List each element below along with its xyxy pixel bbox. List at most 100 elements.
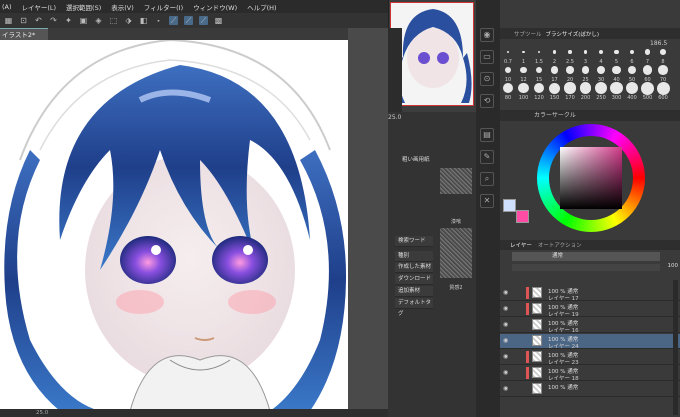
menu-layer[interactable]: レイヤー(L) [22, 2, 57, 12]
illustration-art [4, 40, 347, 411]
material-list-item[interactable]: 粗い画用紙 [402, 154, 438, 166]
material-download[interactable]: ダウンロード [395, 274, 433, 285]
brush-size-dot[interactable] [520, 66, 527, 74]
command-bar: ▦ ⊡ ↶ ↷ ✦ ▣ ◈ ⬚ ⬗ ◧ ⬝ ⟋ ⟋ ⟋ ▩ [0, 13, 388, 28]
layer-scrollbar[interactable] [673, 280, 678, 415]
menu-filter[interactable]: フィルター(I) [144, 2, 183, 12]
layer-row[interactable] [500, 318, 680, 333]
menu-item[interactable]: (A) [2, 3, 12, 11]
tab-brush-size[interactable]: ブラシサイズ(ぼかし) [546, 30, 600, 38]
tab-layer[interactable]: レイヤー [510, 241, 532, 249]
tab-auto-action[interactable]: オートアクション [538, 241, 582, 249]
color-circle-tab[interactable]: カラーサークル [500, 110, 680, 121]
material-default-tag[interactable]: デフォルトタグ [395, 298, 433, 317]
material-thumb-texture[interactable] [440, 228, 472, 278]
material-zoom: 25.0 [388, 114, 402, 121]
main-color-swatch[interactable] [503, 199, 516, 212]
brush-size-dot[interactable] [518, 82, 529, 94]
brush-size-dot[interactable] [503, 83, 513, 93]
brush-size-dot[interactable] [641, 81, 654, 95]
brush-size-dot[interactable] [610, 81, 623, 95]
brush-size-dot[interactable] [660, 49, 666, 55]
layer-property-icon[interactable]: ✎ [480, 150, 494, 164]
document-tab[interactable]: イラスト2* [0, 28, 48, 40]
invert-icon[interactable]: ◧ [139, 16, 148, 25]
brush-size-value[interactable]: 186.5 [650, 40, 667, 47]
canvas[interactable] [0, 40, 348, 411]
brush-size-dot[interactable] [568, 50, 572, 54]
brush-size-dot[interactable] [594, 81, 608, 95]
fill-icon[interactable]: ◈ [94, 16, 103, 25]
material-created[interactable]: 作成した素材 [395, 262, 433, 273]
blend-mode-select[interactable]: 通常 [512, 252, 660, 261]
brush-size-dot[interactable] [552, 50, 557, 54]
navigator-preview[interactable] [390, 2, 474, 106]
brush-size-label: 250 [596, 95, 606, 101]
grid-snap-icon[interactable]: ▩ [214, 16, 223, 25]
brush-size-dot[interactable] [614, 49, 619, 55]
eye-icon[interactable]: ◉ [503, 305, 511, 313]
saturation-value-square[interactable] [560, 147, 622, 209]
snap-icon[interactable]: ⬝ [154, 16, 163, 25]
layer-name: レイヤー 23 [548, 360, 579, 366]
brush-size-label: 1 [521, 59, 526, 65]
menu-help[interactable]: ヘルプ(H) [247, 2, 276, 12]
brush-size-dot[interactable] [612, 65, 621, 75]
eye-icon[interactable]: ◉ [503, 337, 511, 345]
eye-icon[interactable]: ◉ [503, 289, 511, 297]
brush-size-dot[interactable] [644, 49, 651, 55]
special-ruler-icon[interactable]: ⟋ [199, 16, 208, 25]
material-thumb-concrete[interactable] [440, 168, 472, 194]
sub-color-swatch[interactable] [516, 210, 529, 223]
transform-icon[interactable]: ▣ [79, 16, 88, 25]
layer-row[interactable] [500, 334, 680, 349]
brush-size-label: 6 [630, 59, 634, 65]
brush-size-dot[interactable] [579, 82, 592, 94]
eye-icon[interactable]: ◉ [503, 385, 511, 393]
brush-size-dot[interactable] [507, 51, 509, 53]
brush-size-dot[interactable] [566, 66, 574, 74]
undo-icon[interactable]: ↶ [34, 16, 43, 25]
brush-size-dot[interactable] [550, 66, 558, 74]
material-label: 漆喰 [450, 219, 461, 225]
brush-size-dot[interactable] [505, 67, 511, 73]
layer-name: レイヤー 16 [548, 328, 579, 334]
deselect-icon[interactable]: ⬗ [124, 16, 133, 25]
search-layer-icon[interactable]: ⌕ [480, 172, 494, 186]
info-icon[interactable]: ⊙ [480, 72, 494, 86]
brush-size-dot[interactable] [596, 65, 606, 75]
opacity-slider[interactable]: 100 [512, 263, 678, 271]
redo-icon[interactable]: ↷ [49, 16, 58, 25]
history-icon[interactable]: ⟲ [480, 94, 494, 108]
layer-row[interactable] [500, 382, 680, 397]
material-type[interactable]: 種別 [395, 251, 433, 262]
eye-icon[interactable]: ◉ [503, 321, 511, 329]
material-toggle-icon[interactable]: ▤ [480, 128, 494, 142]
sub-view-icon[interactable]: ▭ [480, 50, 494, 64]
menu-view[interactable]: 表示(V) [111, 2, 134, 12]
brush-size-dot[interactable] [549, 82, 560, 94]
menu-selection[interactable]: 選択範囲(S) [66, 2, 101, 12]
ruler-snap-icon[interactable]: ⟋ [184, 16, 193, 25]
crop-icon[interactable]: ⊡ [19, 16, 28, 25]
brush-tabs: サブツール ブラシサイズ(ぼかし) [500, 28, 680, 39]
clear-icon[interactable]: ✦ [64, 16, 73, 25]
brush-size-dot[interactable] [658, 65, 668, 75]
eye-icon[interactable]: ◉ [503, 369, 511, 377]
grid-icon[interactable]: ▦ [4, 16, 13, 25]
brush-size-dot[interactable] [564, 82, 576, 94]
brush-size-dot[interactable] [656, 81, 670, 95]
navigator-toggle-icon[interactable]: ◉ [480, 28, 494, 42]
tab-subtool[interactable]: サブツール [514, 30, 542, 38]
brush-size-dot[interactable] [522, 50, 525, 54]
eye-icon[interactable]: ◉ [503, 353, 511, 361]
material-added[interactable]: 追加素材 [395, 286, 433, 297]
select-icon[interactable]: ⬚ [109, 16, 118, 25]
brush-size-label: 8 [661, 59, 665, 65]
menu-window[interactable]: ウィンドウ(W) [193, 2, 237, 12]
close-panel-icon[interactable]: ✕ [480, 194, 494, 208]
brush-size-dot[interactable] [642, 65, 653, 75]
brush-size-dot[interactable] [581, 66, 590, 74]
material-search-word[interactable]: 検索ワード [395, 236, 433, 247]
ruler-icon[interactable]: ⟋ [169, 16, 178, 25]
